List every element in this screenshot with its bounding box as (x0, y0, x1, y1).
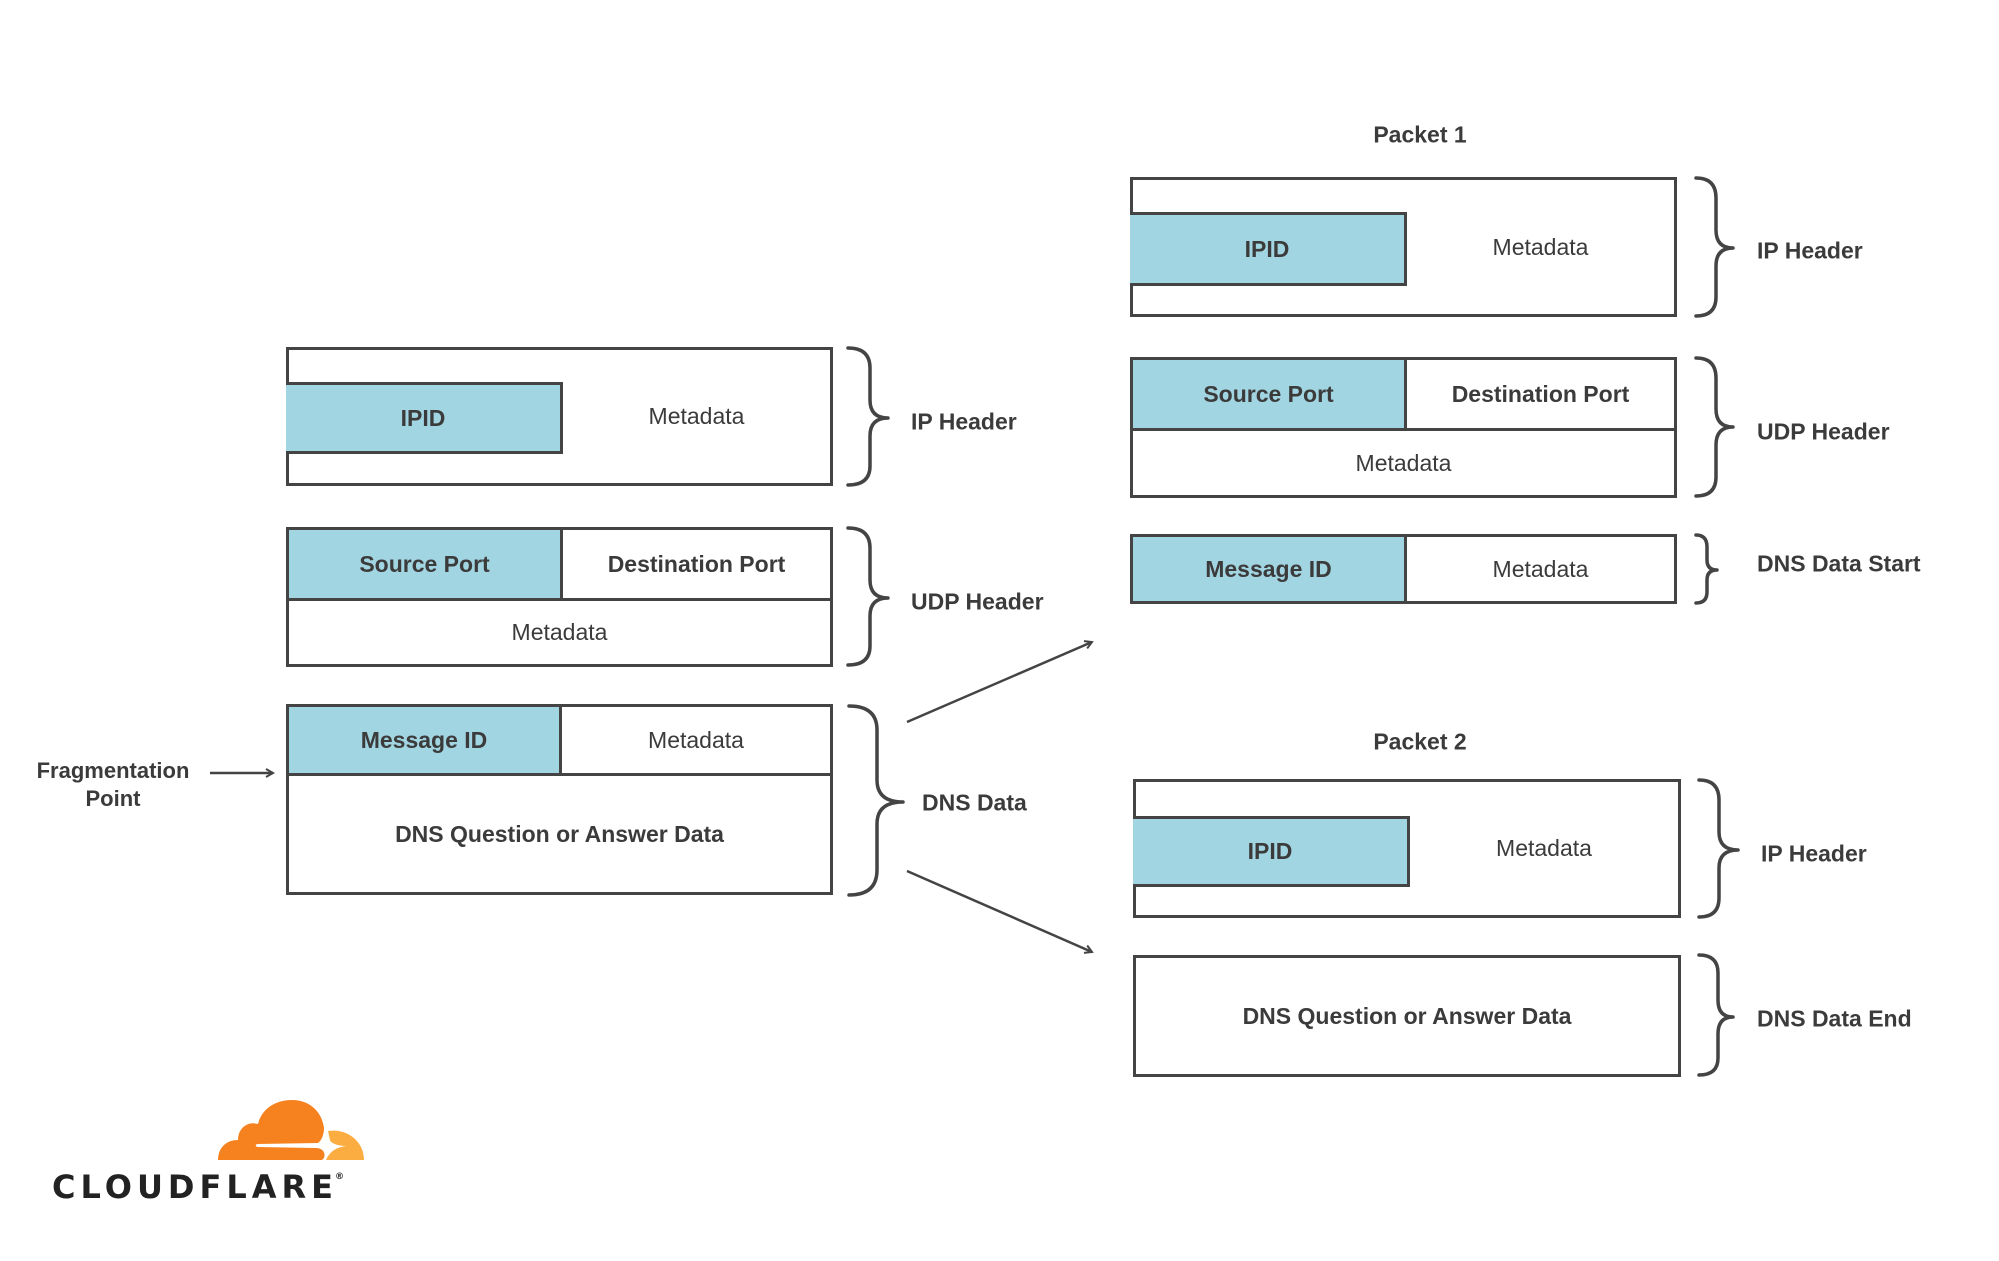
fragment-arrow-to-packet1 (906, 642, 1092, 724)
cloudflare-wordmark: CLOUDFLARE® (52, 1168, 347, 1206)
original-udp-header-brace-icon (846, 526, 890, 667)
cloud-orange-part (218, 1100, 325, 1160)
cloud-yellow-part (326, 1130, 364, 1160)
cloudflare-cloud-icon (218, 1100, 364, 1160)
registered-mark: ® (335, 1172, 344, 1182)
packet1-udp-header-brace-icon (1694, 356, 1735, 498)
packet2-ip-header-brace-icon (1697, 778, 1740, 919)
packet1-dns-start-brace-icon (1694, 533, 1719, 605)
fragment-arrow-to-packet2 (906, 869, 1092, 952)
original-dns-data-brace-icon (847, 704, 905, 897)
packet2-dns-end-brace-icon (1697, 953, 1735, 1077)
connectors-overlay (210, 176, 1740, 1160)
packet1-ip-header-brace-icon (1694, 176, 1735, 318)
original-ip-header-brace-icon (846, 346, 890, 487)
dns-fragmentation-diagram: IPID Metadata Source Port Destination Po… (0, 0, 1999, 1261)
cloudflare-wordmark-text: CLOUDFLARE (52, 1168, 338, 1206)
